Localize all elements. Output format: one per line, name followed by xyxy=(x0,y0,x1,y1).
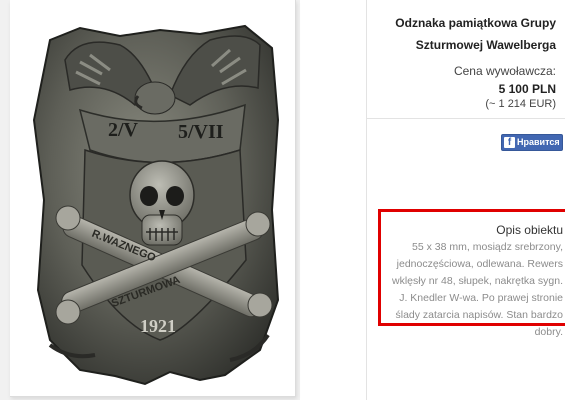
price-label: Cena wywoławcza: xyxy=(453,64,556,78)
price-eur: (~ 1 214 EUR) xyxy=(485,98,556,110)
badge-year: 1921 xyxy=(140,316,176,336)
shield-text-right: 5/VII xyxy=(178,121,224,143)
facebook-icon: f xyxy=(504,137,515,148)
shield-text-left: 2/V xyxy=(108,119,139,141)
like-label: Нравится xyxy=(517,137,560,147)
facebook-like-button[interactable]: f Нравится xyxy=(501,134,563,151)
description-text: 55 x 38 mm, mosiądz srebrzony, jednoczęś… xyxy=(392,241,563,338)
price-pln: 5 100 PLN xyxy=(498,82,556,96)
image-panel: 2/V 5/VII R.WAZNEGO SZTURMOWA 1921 xyxy=(0,0,300,400)
lot-photo-frame[interactable]: 2/V 5/VII R.WAZNEGO SZTURMOWA 1921 xyxy=(10,0,296,397)
lot-title: Odznaka pamiątkowa Grupy Szturmowej Wawe… xyxy=(395,16,556,52)
description-box: Opis obiektu 55 x 38 mm, mosiądz srebrzo… xyxy=(378,209,565,338)
description-heading: Opis obiektu xyxy=(496,223,563,237)
section-divider xyxy=(367,118,565,119)
badge-photo: 2/V 5/VII R.WAZNEGO SZTURMOWA 1921 xyxy=(32,24,280,386)
lot-info: Odznaka pamiątkowa Grupy Szturmowej Wawe… xyxy=(367,0,565,120)
